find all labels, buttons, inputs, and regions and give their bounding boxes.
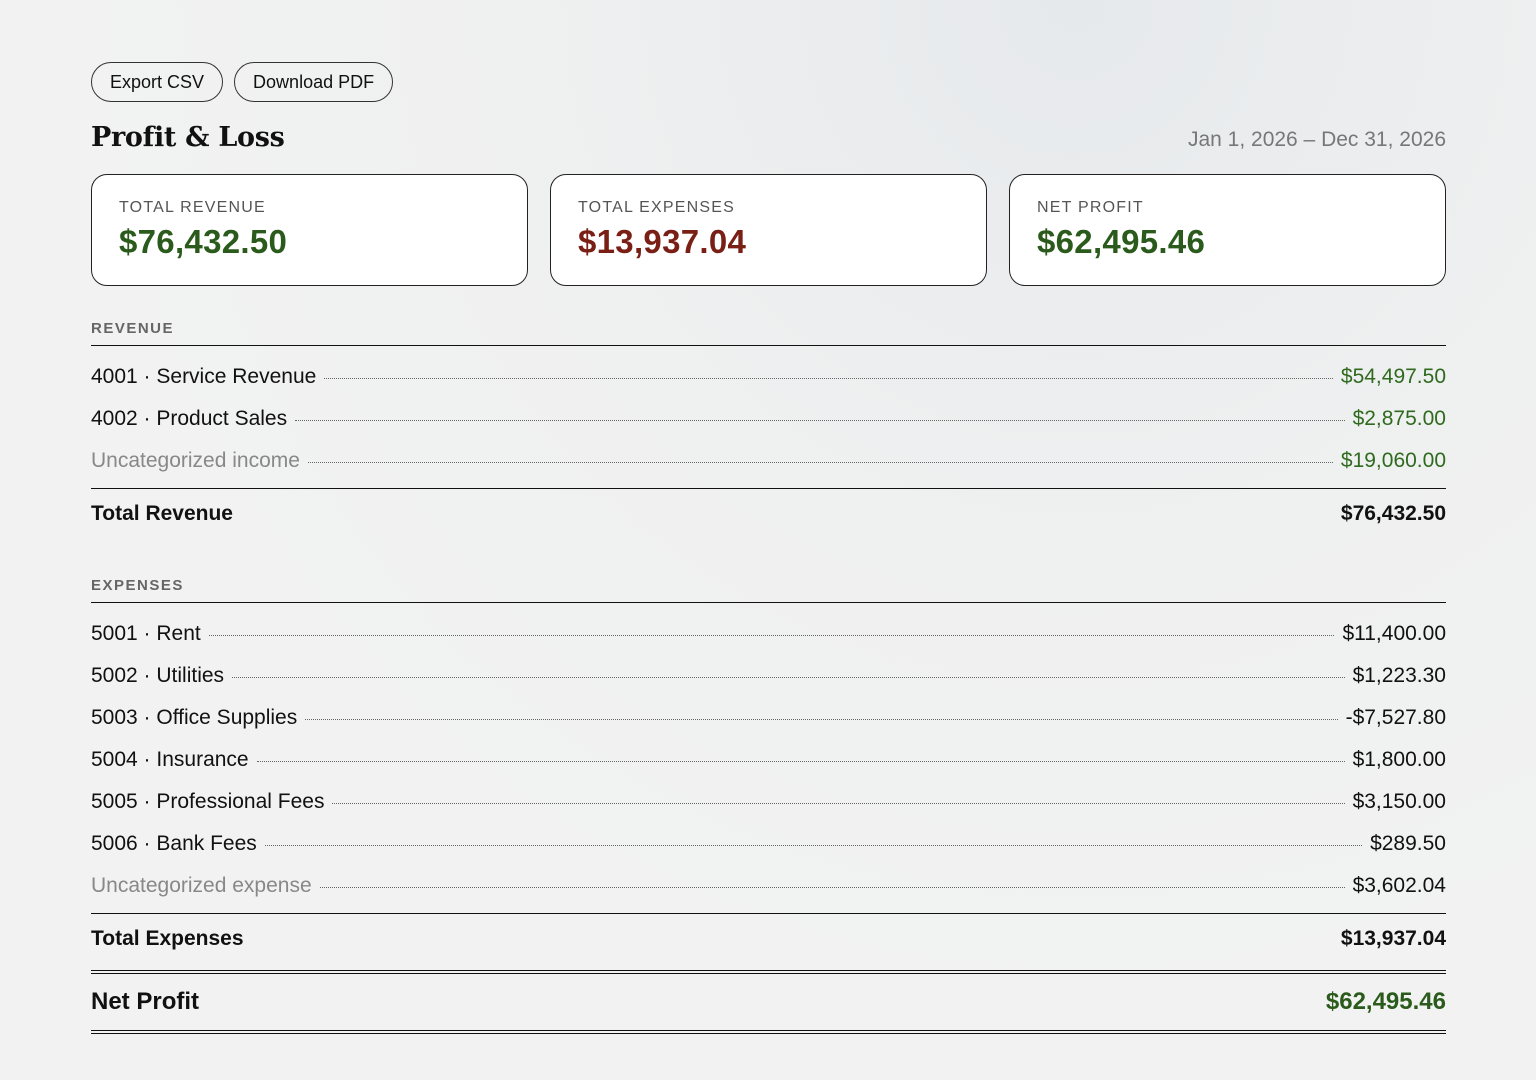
account-amount: $3,602.04 bbox=[1352, 874, 1446, 897]
section-label: REVENUE bbox=[91, 320, 1446, 346]
dot-leader bbox=[319, 887, 1345, 888]
account-name: Uncategorized income bbox=[91, 449, 300, 472]
card-label: TOTAL EXPENSES bbox=[578, 199, 735, 216]
dot-leader bbox=[332, 803, 1345, 804]
dot-leader bbox=[324, 378, 1333, 379]
account-amount: $3,150.00 bbox=[1352, 790, 1446, 813]
account-name: 5002 · Utilities bbox=[91, 664, 225, 687]
total-label: Total Revenue bbox=[91, 502, 233, 525]
table-row: 5004 · Insurance $1,800.00 bbox=[91, 739, 1446, 781]
account-name: 5003 · Office Supplies bbox=[91, 706, 298, 729]
total-revenue-card: TOTAL REVENUE $76,432.50 bbox=[91, 174, 528, 286]
total-value: $13,937.04 bbox=[1340, 927, 1446, 950]
account-name: 5001 · Rent bbox=[91, 622, 201, 645]
date-range: Jan 1, 2026 – Dec 31, 2026 bbox=[1187, 128, 1446, 151]
revenue-section: REVENUE 4001 · Service Revenue $54,497.5… bbox=[91, 320, 1446, 539]
dot-leader bbox=[208, 635, 1335, 636]
table-row: 5005 · Professional Fees $3,150.00 bbox=[91, 781, 1446, 823]
account-amount: -$7,527.80 bbox=[1345, 706, 1446, 729]
card-label: NET PROFIT bbox=[1037, 199, 1144, 216]
total-expenses-card: TOTAL EXPENSES $13,937.04 bbox=[550, 174, 987, 286]
download-pdf-button[interactable]: Download PDF bbox=[234, 62, 394, 102]
total-revenue-value: $76,432.50 bbox=[119, 223, 288, 260]
table-row: 4002 · Product Sales $2,875.00 bbox=[91, 398, 1446, 440]
account-amount: $2,875.00 bbox=[1352, 407, 1446, 430]
account-name: 5005 · Professional Fees bbox=[91, 790, 325, 813]
card-label: TOTAL REVENUE bbox=[119, 199, 266, 216]
account-amount: $1,223.30 bbox=[1352, 664, 1446, 687]
report-header: Profit & Loss Jan 1, 2026 – Dec 31, 2026 bbox=[91, 116, 1446, 164]
table-row: 5001 · Rent $11,400.00 bbox=[91, 613, 1446, 655]
net-profit-total: $62,495.46 bbox=[1325, 988, 1446, 1015]
net-profit-row: Net Profit $62,495.46 bbox=[91, 970, 1446, 1034]
page-title: Profit & Loss bbox=[91, 122, 285, 153]
dot-leader bbox=[264, 845, 1363, 846]
dot-leader bbox=[305, 719, 1338, 720]
expenses-section: EXPENSES 5001 · Rent $11,400.00 5002 · U… bbox=[91, 577, 1446, 964]
account-amount: $289.50 bbox=[1370, 832, 1446, 855]
table-row: Uncategorized income $19,060.00 bbox=[91, 440, 1446, 482]
summary-cards: TOTAL REVENUE $76,432.50 TOTAL EXPENSES … bbox=[91, 174, 1446, 286]
table-row: 5006 · Bank Fees $289.50 bbox=[91, 823, 1446, 865]
section-label: EXPENSES bbox=[91, 577, 1446, 603]
account-name: 4002 · Product Sales bbox=[91, 407, 288, 430]
account-name: 5006 · Bank Fees bbox=[91, 832, 257, 855]
account-amount: $19,060.00 bbox=[1340, 449, 1446, 472]
report-actions: Export CSV Download PDF bbox=[91, 62, 1446, 102]
total-label: Total Expenses bbox=[91, 927, 244, 950]
dot-leader bbox=[256, 761, 1345, 762]
expense-rows: 5001 · Rent $11,400.00 5002 · Utilities … bbox=[91, 603, 1446, 907]
total-revenue-row: Total Revenue $76,432.50 bbox=[91, 488, 1446, 539]
total-value: $76,432.50 bbox=[1340, 502, 1446, 525]
account-amount: $11,400.00 bbox=[1342, 622, 1446, 645]
total-expenses-row: Total Expenses $13,937.04 bbox=[91, 913, 1446, 964]
account-name: Uncategorized expense bbox=[91, 874, 312, 897]
table-row: 5002 · Utilities $1,223.30 bbox=[91, 655, 1446, 697]
account-name: 4001 · Service Revenue bbox=[91, 365, 317, 388]
table-row: 4001 · Service Revenue $54,497.50 bbox=[91, 356, 1446, 398]
dot-leader bbox=[307, 462, 1333, 463]
account-name: 5004 · Insurance bbox=[91, 748, 249, 771]
dot-leader bbox=[232, 677, 1345, 678]
net-profit-card: NET PROFIT $62,495.46 bbox=[1009, 174, 1446, 286]
account-amount: $54,497.50 bbox=[1340, 365, 1446, 388]
report-page: Export CSV Download PDF Profit & Loss Ja… bbox=[91, 62, 1446, 1034]
net-profit-value: $62,495.46 bbox=[1037, 223, 1206, 260]
total-expenses-value: $13,937.04 bbox=[578, 223, 747, 260]
dot-leader bbox=[295, 420, 1345, 421]
net-profit-label: Net Profit bbox=[91, 988, 199, 1015]
table-row: Uncategorized expense $3,602.04 bbox=[91, 865, 1446, 907]
account-amount: $1,800.00 bbox=[1352, 748, 1446, 771]
revenue-rows: 4001 · Service Revenue $54,497.50 4002 ·… bbox=[91, 346, 1446, 482]
export-csv-button[interactable]: Export CSV bbox=[91, 62, 224, 102]
table-row: 5003 · Office Supplies -$7,527.80 bbox=[91, 697, 1446, 739]
